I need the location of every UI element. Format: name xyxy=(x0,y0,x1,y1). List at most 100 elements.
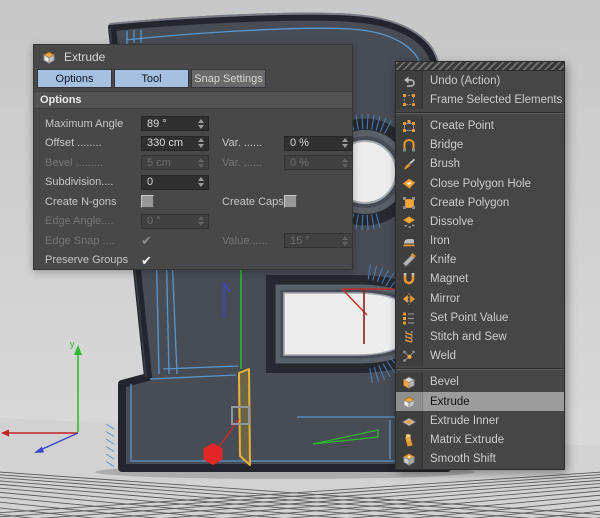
menu-item-frame-selected-elements[interactable]: Frame Selected Elements xyxy=(396,90,564,109)
menu-item-brush[interactable]: Brush xyxy=(396,155,564,174)
tab-tool[interactable]: Tool xyxy=(114,69,189,88)
menu-item-label: Iron xyxy=(423,235,450,247)
menu-item-create-polygon[interactable]: Create Polygon xyxy=(396,193,564,212)
menu-item-label: Create Polygon xyxy=(423,197,509,209)
menu-item-bevel[interactable]: Bevel xyxy=(396,373,564,392)
menu-item-label: Matrix Extrude xyxy=(423,434,504,446)
menu-item-label: Extrude Inner xyxy=(423,415,499,427)
value-field[interactable]: 89 ° xyxy=(141,116,209,131)
menu-separator xyxy=(396,366,564,373)
application-window: y Extrude OptionsToolSnap Settings Optio… xyxy=(0,0,600,518)
value-text: 5 cm xyxy=(147,157,196,169)
create-point-icon xyxy=(396,116,423,135)
value-text: 330 cm xyxy=(147,137,196,149)
value-field: 0 ° xyxy=(141,214,209,229)
field-label-edge-snap: Edge Snap .... xyxy=(45,235,141,247)
tab-snap-settings[interactable]: Snap Settings xyxy=(191,69,266,88)
dialog-row: Preserve Groups✔ xyxy=(45,251,352,271)
magnet-icon xyxy=(396,270,423,289)
menu-item-iron[interactable]: Iron xyxy=(396,232,564,251)
menu-item-smooth-shift[interactable]: Smooth Shift xyxy=(396,450,564,469)
close-polygon-hole-icon xyxy=(396,174,423,193)
menu-item-label: Weld xyxy=(423,350,456,362)
menu-items: Undo (Action) Frame Selected Elements Crea… xyxy=(396,71,564,469)
dialog-row: Offset ........330 cmVar. ......0 % xyxy=(45,134,352,154)
value-field[interactable]: 330 cm xyxy=(141,136,209,151)
menu-item-knife[interactable]: Knife xyxy=(396,251,564,270)
matrix-extrude-icon xyxy=(396,430,423,449)
tab-options[interactable]: Options xyxy=(37,69,112,88)
menu-item-label: Extrude xyxy=(423,396,470,408)
menu-tearoff-strip[interactable] xyxy=(396,62,564,71)
menu-item-label: Bridge xyxy=(423,139,463,151)
field-label-maximum-angle: Maximum Angle xyxy=(45,118,141,130)
menu-item-mirror[interactable]: Mirror xyxy=(396,289,564,308)
dialog-title: Extrude xyxy=(64,50,105,64)
menu-item-label: Undo (Action) xyxy=(423,75,500,87)
extrude-inner-icon xyxy=(396,411,423,430)
menu-item-label: Stitch and Sew xyxy=(423,331,507,343)
set-point-value-icon xyxy=(396,308,423,327)
value-text: 0 % xyxy=(290,137,340,149)
dialog-row: Create N-gons Create Caps xyxy=(45,192,352,212)
value-field[interactable]: 0 % xyxy=(284,136,353,151)
value-field: 15 ° xyxy=(284,233,353,248)
brush-icon xyxy=(396,155,423,174)
bevel-icon xyxy=(396,373,423,392)
value-text: 0 xyxy=(147,176,196,188)
stepper-arrows[interactable] xyxy=(196,177,205,187)
field-label-create-n-gons: Create N-gons xyxy=(45,196,141,208)
field-label-var: Var. ...... xyxy=(222,137,284,149)
extrude-icon xyxy=(42,50,56,64)
mirror-icon xyxy=(396,289,423,308)
field-label-value: Value...... xyxy=(222,235,284,247)
dialog-row: Bevel .........5 cmVar. ......0 % xyxy=(45,153,352,173)
menu-item-label: Bevel xyxy=(423,376,459,388)
dialog-row: Maximum Angle89 ° xyxy=(45,114,352,134)
iron-icon xyxy=(396,232,423,251)
menu-item-label: Brush xyxy=(423,158,460,170)
menu-item-dissolve[interactable]: Dissolve xyxy=(396,212,564,231)
menu-item-create-point[interactable]: Create Point xyxy=(396,116,564,135)
menu-item-label: Magnet xyxy=(423,273,468,285)
menu-item-undo-action[interactable]: Undo (Action) xyxy=(396,71,564,90)
menu-item-bridge[interactable]: Bridge xyxy=(396,136,564,155)
world-y-label: y xyxy=(70,339,75,349)
menu-item-magnet[interactable]: Magnet xyxy=(396,270,564,289)
checkbox-unchecked[interactable] xyxy=(284,195,297,208)
dialog-title-bar[interactable]: Extrude xyxy=(34,45,352,69)
field-label-var: Var. ...... xyxy=(222,157,284,169)
menu-item-weld[interactable]: Weld xyxy=(396,347,564,366)
menu-item-extrude-inner[interactable]: Extrude Inner xyxy=(396,411,564,430)
modeling-context-menu: Undo (Action) Frame Selected Elements Crea… xyxy=(395,61,565,470)
field-label-edge-angle: Edge Angle.... xyxy=(45,215,141,227)
frame-selected-icon xyxy=(396,90,423,109)
checkbox-checked[interactable]: ✔ xyxy=(141,254,209,267)
field-label-create-caps: Create Caps xyxy=(222,196,284,208)
smooth-shift-icon xyxy=(396,450,423,469)
dialog-tabs: OptionsToolSnap Settings xyxy=(34,69,352,89)
dialog-row: Edge Snap ....✔ Value...... 15 ° xyxy=(45,231,352,251)
menu-item-close-polygon-hole[interactable]: Close Polygon Hole xyxy=(396,174,564,193)
stepper-arrows[interactable] xyxy=(340,138,349,148)
menu-item-set-point-value[interactable]: Set Point Value xyxy=(396,308,564,327)
menu-item-label: Knife xyxy=(423,254,456,266)
menu-item-label: Smooth Shift xyxy=(423,453,496,465)
stepper-arrows[interactable] xyxy=(196,119,205,129)
value-field: 0 % xyxy=(284,155,353,170)
menu-item-extrude[interactable]: Extrude xyxy=(396,392,564,411)
menu-item-label: Set Point Value xyxy=(423,312,508,324)
stepper-arrows[interactable] xyxy=(196,138,205,148)
value-text: 15 ° xyxy=(290,235,340,247)
menu-item-stitch-and-sew[interactable]: Stitch and Sew xyxy=(396,327,564,346)
checkbox-checked: ✔ xyxy=(141,234,209,247)
checkbox-unchecked[interactable] xyxy=(141,195,154,208)
menu-item-matrix-extrude[interactable]: Matrix Extrude xyxy=(396,430,564,449)
field-label-subdivision: Subdivision.... xyxy=(45,176,141,188)
bridge-icon xyxy=(396,136,423,155)
value-field[interactable]: 0 xyxy=(141,175,209,190)
value-field: 5 cm xyxy=(141,155,209,170)
extrude-icon xyxy=(396,392,423,411)
stepper-arrows xyxy=(340,158,349,168)
dialog-rows: Maximum Angle89 °Offset ........330 cmVa… xyxy=(34,109,352,270)
